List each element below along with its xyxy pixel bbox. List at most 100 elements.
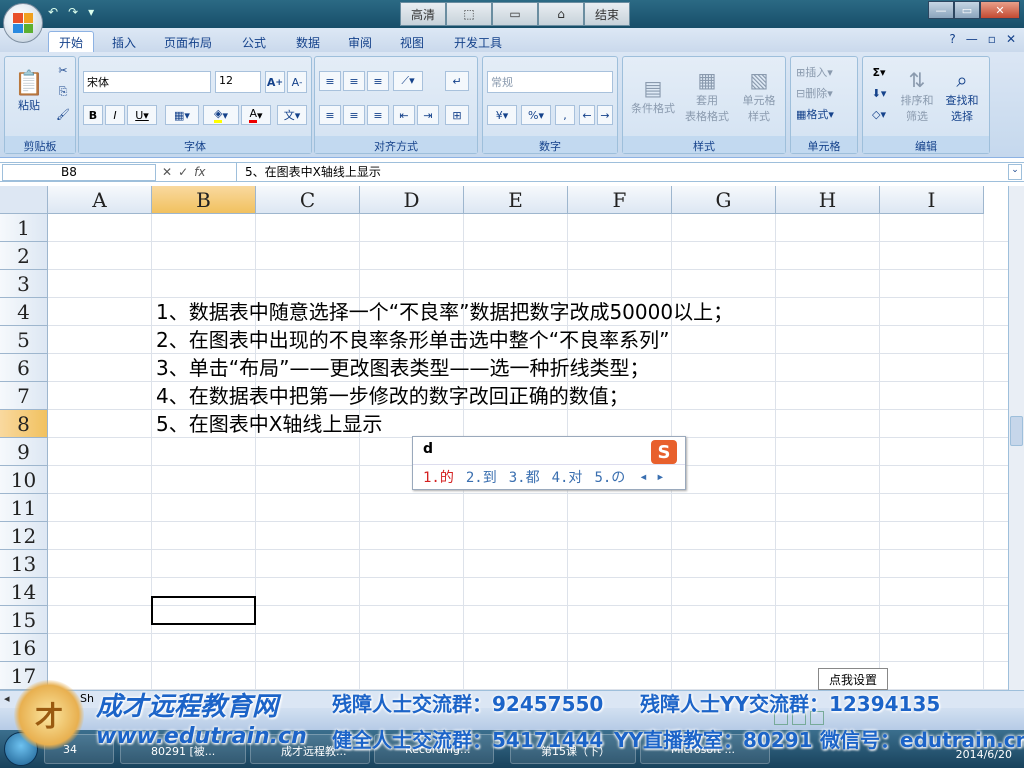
formula-input[interactable]: 5、在图表中X轴线上显示: [236, 163, 1004, 181]
underline-icon[interactable]: U▾: [127, 105, 157, 125]
insert-function-icon[interactable]: fx: [194, 165, 205, 179]
ime-candidate[interactable]: 5.の: [594, 467, 625, 487]
home-icon[interactable]: ⌂: [538, 2, 584, 26]
column-header-d[interactable]: D: [360, 186, 464, 214]
format-as-table-button[interactable]: ▦ 套用 表格格式: [681, 61, 733, 131]
sort-filter-button[interactable]: ⇅ 排序和 筛选: [897, 61, 937, 131]
find-select-button[interactable]: ⌕ 查找和 选择: [939, 61, 985, 131]
row-header-13[interactable]: 13: [0, 550, 48, 578]
normal-view-icon[interactable]: [774, 711, 788, 725]
column-header-i[interactable]: I: [880, 186, 984, 214]
cell-styles-button[interactable]: ▧ 单元格 样式: [733, 61, 785, 131]
cell-b7[interactable]: 4、在数据表中把第一步修改的数字改回正确的数值；: [156, 382, 629, 410]
italic-icon[interactable]: I: [105, 105, 125, 125]
column-header-g[interactable]: G: [672, 186, 776, 214]
row-header-4[interactable]: 4: [0, 298, 48, 326]
tab-insert[interactable]: 插入: [112, 31, 136, 52]
minimize-button[interactable]: —: [928, 1, 954, 19]
page-layout-icon[interactable]: [792, 711, 806, 725]
minimize-icon[interactable]: —: [966, 32, 978, 46]
currency-icon[interactable]: ¥▾: [487, 105, 517, 125]
row-header-6[interactable]: 6: [0, 354, 48, 382]
taskbar-item[interactable]: 第15课（下）: [510, 734, 636, 764]
taskbar-item[interactable]: Recording...: [374, 734, 494, 764]
column-header-e[interactable]: E: [464, 186, 568, 214]
font-color-icon[interactable]: A ▾: [241, 105, 271, 125]
tab-view[interactable]: 视图: [400, 31, 424, 52]
align-middle-icon[interactable]: ≡: [343, 71, 365, 91]
shrink-font-icon[interactable]: A-: [287, 71, 307, 93]
row-header-14[interactable]: 14: [0, 578, 48, 606]
font-name-select[interactable]: 宋体: [83, 71, 211, 93]
wrap-text-icon[interactable]: ↵: [445, 71, 469, 91]
row-header-16[interactable]: 16: [0, 634, 48, 662]
save-icon[interactable]: ▾: [88, 5, 94, 19]
redo-icon[interactable]: ↷: [68, 5, 78, 19]
grow-font-icon[interactable]: A +: [265, 71, 285, 93]
copy-icon[interactable]: ⎘: [53, 83, 73, 101]
autosum-icon[interactable]: Σ▾: [867, 63, 891, 81]
close-button[interactable]: ✕: [980, 1, 1020, 19]
increase-indent-icon[interactable]: ⇥: [417, 105, 439, 125]
insert-cells-button[interactable]: ⊞ 插入 ▾: [795, 63, 855, 81]
paste-button[interactable]: 📋 粘贴: [9, 61, 49, 121]
align-center-icon[interactable]: ≡: [343, 105, 365, 125]
align-bottom-icon[interactable]: ≡: [367, 71, 389, 91]
enter-icon[interactable]: ✓: [178, 165, 188, 179]
row-header-3[interactable]: 3: [0, 270, 48, 298]
next-page-icon[interactable]: ◂ ▸: [639, 469, 664, 485]
font-size-select[interactable]: 12: [215, 71, 261, 93]
row-header-7[interactable]: 7: [0, 382, 48, 410]
restore-icon[interactable]: ▫: [988, 32, 996, 46]
ime-candidate[interactable]: 1.的: [423, 467, 454, 487]
align-left-icon[interactable]: ≡: [319, 105, 341, 125]
column-header-c[interactable]: C: [256, 186, 360, 214]
start-button[interactable]: [4, 732, 38, 766]
cell-b6[interactable]: 3、单击“布局”——更改图表类型——选一种折线类型；: [156, 354, 649, 382]
fill-color-icon[interactable]: ◈ ▾: [203, 105, 239, 125]
number-format-select[interactable]: 常规: [487, 71, 613, 93]
close-icon[interactable]: ✕: [1006, 32, 1016, 46]
fill-icon[interactable]: ⬇▾: [867, 84, 891, 102]
tab-data[interactable]: 数据: [296, 31, 320, 52]
decrease-indent-icon[interactable]: ⇤: [393, 105, 415, 125]
format-cells-button[interactable]: ▦ 格式 ▾: [795, 105, 855, 123]
undo-icon[interactable]: ↶: [48, 5, 58, 19]
row-header-15[interactable]: 15: [0, 606, 48, 634]
taskbar-item[interactable]: 80291 [被...: [120, 734, 246, 764]
region-icon[interactable]: ⬚: [446, 2, 492, 26]
hd-button[interactable]: 高清: [400, 2, 446, 26]
row-header-5[interactable]: 5: [0, 326, 48, 354]
taskbar-item[interactable]: 成才远程教...: [250, 734, 370, 764]
name-box[interactable]: B8: [2, 164, 156, 181]
clear-icon[interactable]: ◇▾: [867, 105, 891, 123]
active-cell[interactable]: [151, 596, 256, 625]
tab-home[interactable]: 开始: [48, 31, 95, 52]
expand-formula-icon[interactable]: ⌄: [1008, 164, 1022, 180]
window-icon[interactable]: ▭: [492, 2, 538, 26]
cell-b4[interactable]: 1、数据表中随意选择一个“不良率”数据把数字改成50000以上；: [156, 298, 733, 326]
tab-review[interactable]: 审阅: [348, 31, 372, 52]
cut-icon[interactable]: ✂: [53, 61, 73, 79]
maximize-button[interactable]: ▭: [954, 1, 980, 19]
row-header-11[interactable]: 11: [0, 494, 48, 522]
help-icon[interactable]: ?: [949, 32, 955, 46]
cell-b5[interactable]: 2、在图表中出现的不良率条形单击选中整个“不良率系列”: [156, 326, 669, 354]
align-top-icon[interactable]: ≡: [319, 71, 341, 91]
row-header-12[interactable]: 12: [0, 522, 48, 550]
select-all-button[interactable]: [0, 186, 48, 214]
border-icon[interactable]: ▦▾: [165, 105, 199, 125]
settings-tooltip[interactable]: 点我设置: [818, 668, 888, 690]
column-header-a[interactable]: A: [48, 186, 152, 214]
percent-icon[interactable]: %▾: [521, 105, 551, 125]
column-header-h[interactable]: H: [776, 186, 880, 214]
tab-page-layout[interactable]: 页面布局: [164, 31, 212, 52]
page-break-icon[interactable]: [810, 711, 824, 725]
ime-candidate[interactable]: 3.都: [509, 467, 540, 487]
row-header-2[interactable]: 2: [0, 242, 48, 270]
row-header-17[interactable]: 17: [0, 662, 48, 690]
taskbar-item[interactable]: 34: [44, 734, 114, 764]
end-button[interactable]: 结束: [584, 2, 630, 26]
align-right-icon[interactable]: ≡: [367, 105, 389, 125]
merge-center-icon[interactable]: ⊞: [445, 105, 469, 125]
